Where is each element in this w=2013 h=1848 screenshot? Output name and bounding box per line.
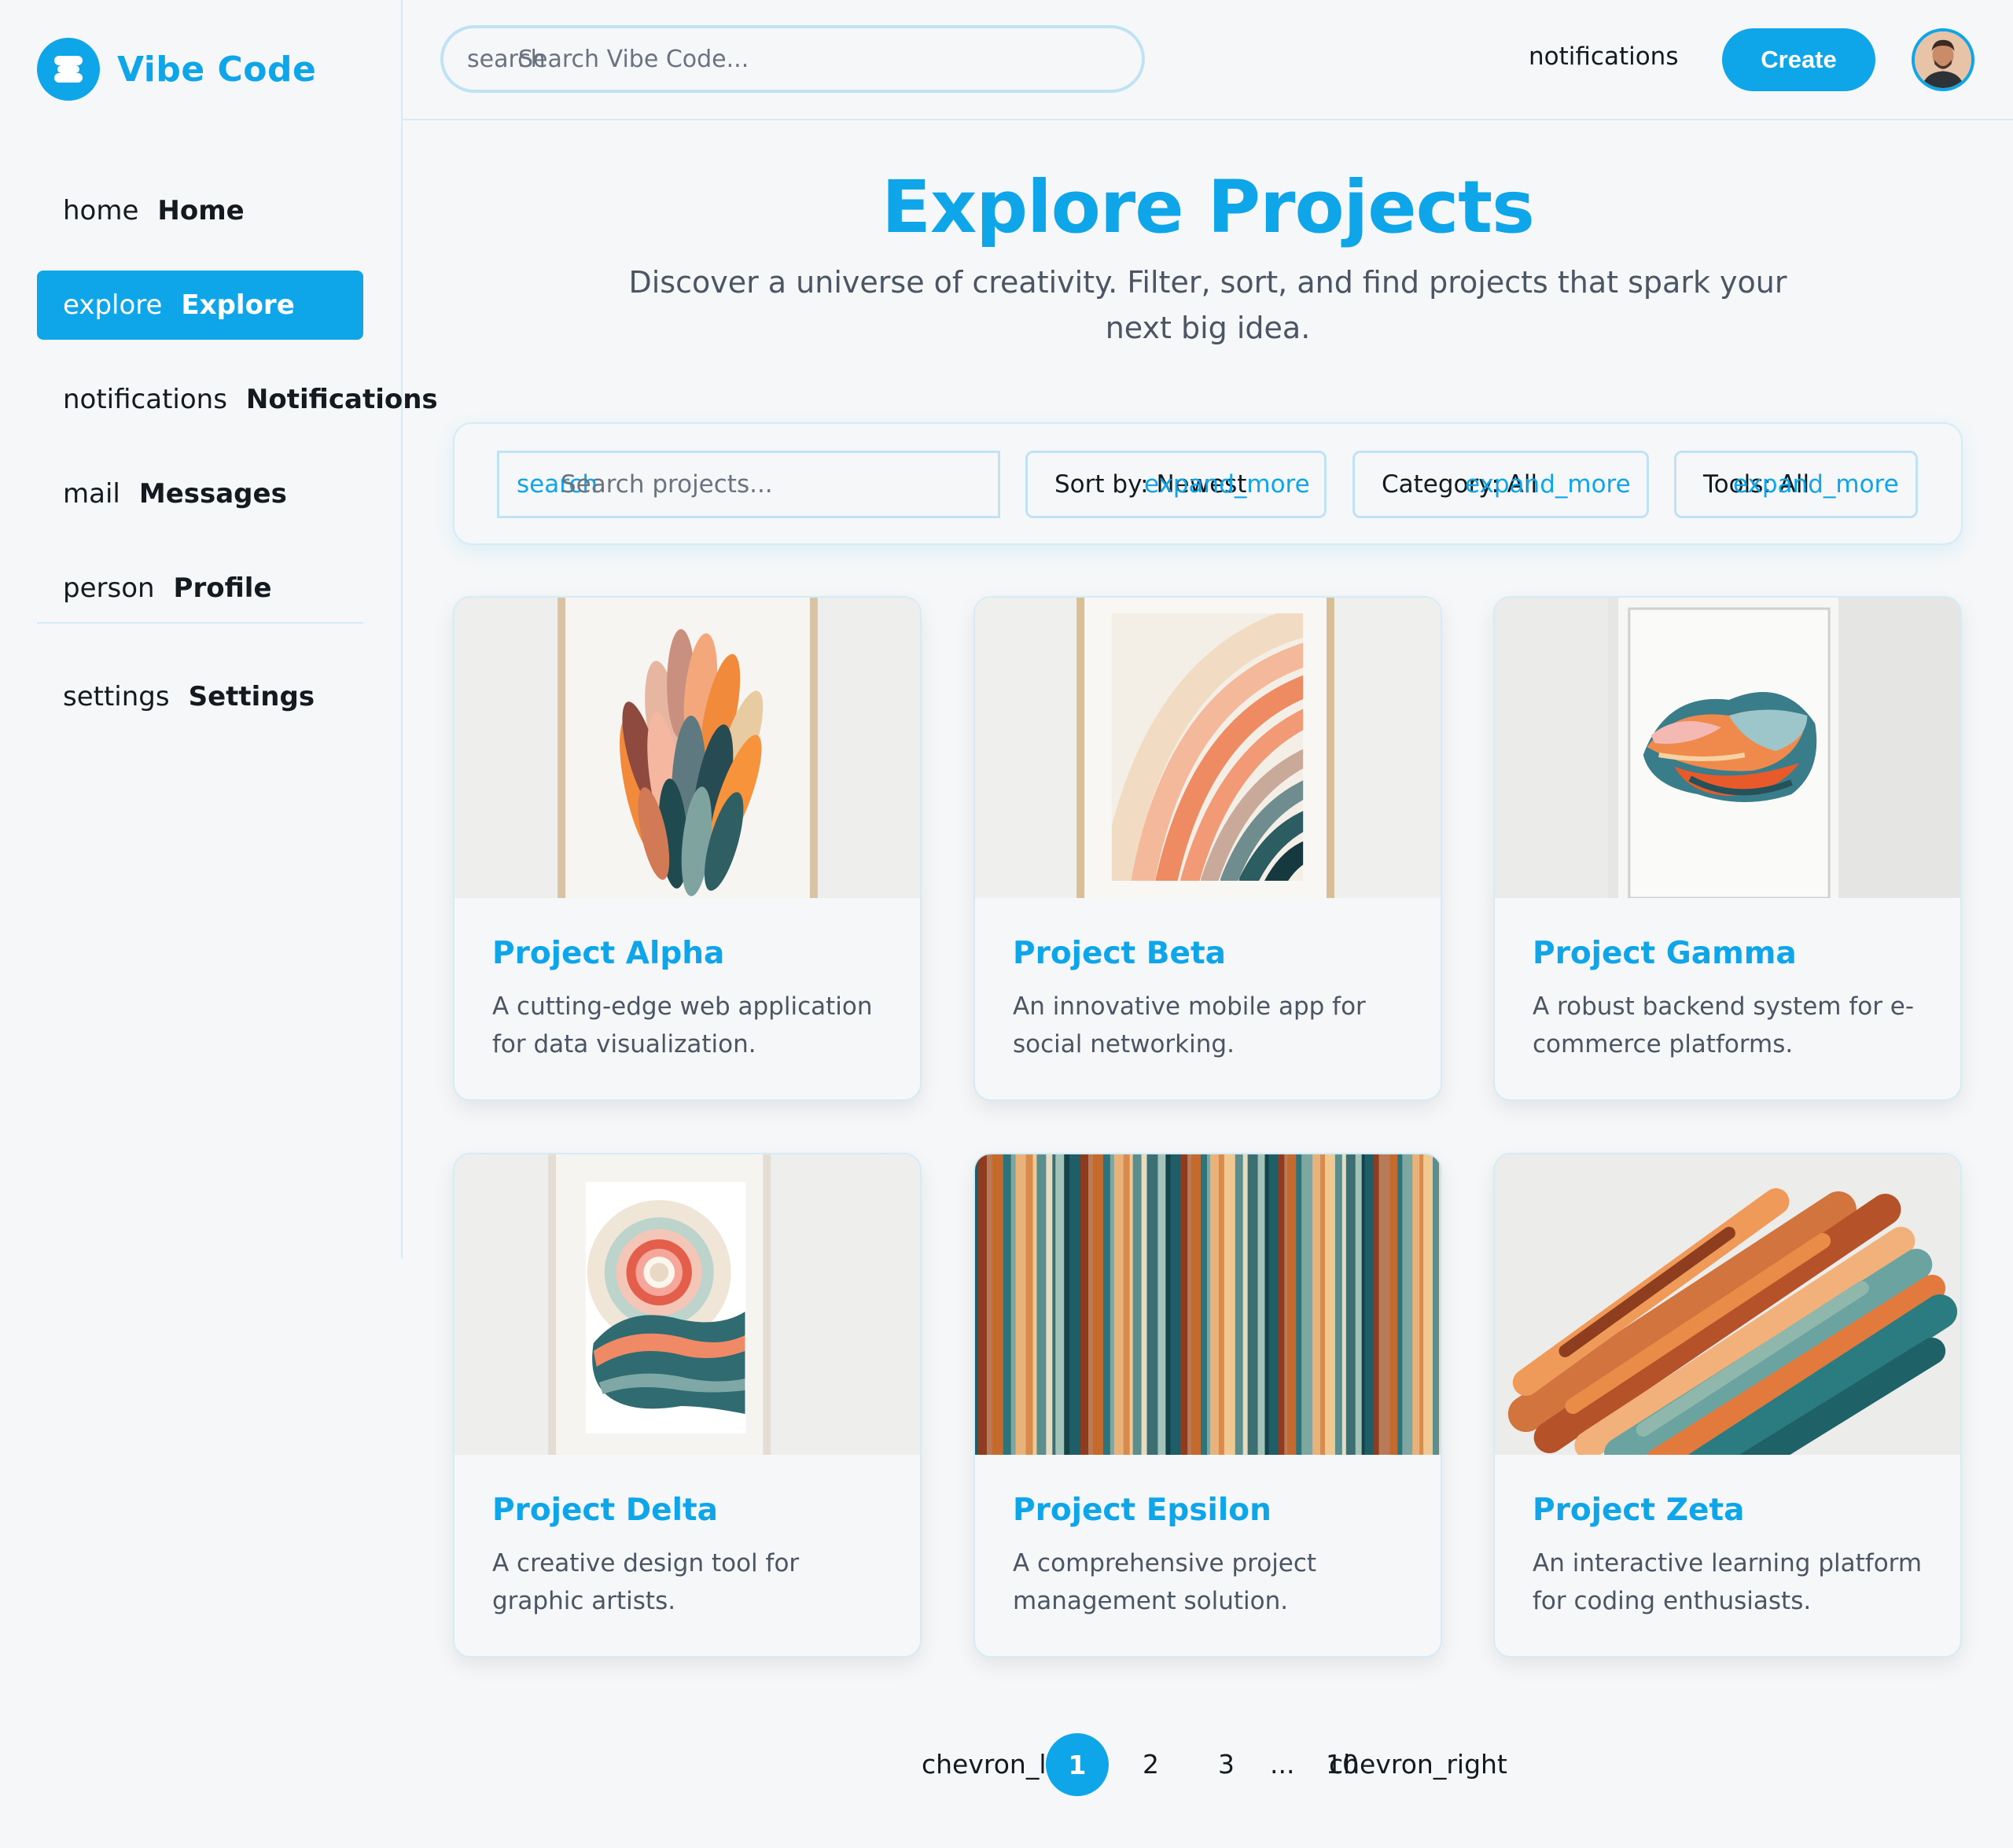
- settings-icon: settings: [63, 681, 170, 712]
- project-title[interactable]: Project Zeta: [1533, 1493, 1744, 1528]
- avatar[interactable]: [1912, 28, 1974, 91]
- page-title: Explore Projects: [881, 165, 1535, 249]
- expand-more-icon: expand_more: [1465, 470, 1631, 499]
- project-thumbnail: [454, 1154, 920, 1455]
- pagination-ellipsis: ...: [1270, 1749, 1295, 1780]
- project-thumbnail: [454, 598, 920, 898]
- pagination-page-current[interactable]: 1: [1046, 1733, 1109, 1796]
- sidebar-item-label: Settings: [188, 681, 315, 712]
- sidebar-item-label: Profile: [173, 572, 272, 604]
- project-card[interactable]: Project Alpha A cutting-edge web applica…: [453, 596, 922, 1101]
- sidebar-item-explore[interactable]: explore Explore: [37, 271, 363, 340]
- project-description: A cutting-edge web application for data …: [492, 992, 873, 1058]
- create-button[interactable]: Create: [1722, 28, 1875, 91]
- project-description: An innovative mobile app for social netw…: [1013, 992, 1366, 1058]
- sidebar-item-label: Explore: [181, 289, 295, 321]
- sidebar-divider: [37, 622, 363, 624]
- project-description: A comprehensive project management solut…: [1013, 1549, 1317, 1615]
- sidebar-item-home[interactable]: home Home: [37, 176, 363, 245]
- sidebar-item-profile[interactable]: person Profile: [37, 554, 363, 623]
- notifications-icon: notifications: [63, 384, 227, 415]
- project-title[interactable]: Project Gamma: [1533, 936, 1797, 971]
- tools-select[interactable]: Tools: All expand_more: [1674, 451, 1918, 518]
- sidebar-item-label: Messages: [138, 478, 287, 510]
- sidebar-item-messages[interactable]: mail Messages: [37, 459, 363, 528]
- category-select[interactable]: Category: All expand_more: [1352, 451, 1649, 518]
- project-card[interactable]: Project Delta A creative design tool for…: [453, 1153, 922, 1658]
- header-divider: [403, 119, 2013, 120]
- expand-more-icon: expand_more: [1733, 470, 1899, 499]
- project-thumbnail: [975, 598, 1441, 898]
- global-search-input[interactable]: search Search Vibe Code...: [440, 25, 1145, 93]
- home-icon: home: [63, 195, 139, 226]
- layers-icon: [37, 38, 100, 101]
- pagination-page[interactable]: 3: [1218, 1749, 1235, 1780]
- project-title[interactable]: Project Delta: [492, 1493, 718, 1528]
- notifications-button[interactable]: notifications: [1529, 42, 1678, 71]
- expand-more-icon: expand_more: [1144, 470, 1310, 499]
- sidebar: Vibe Code home Home explore Explore noti…: [0, 0, 438, 1258]
- project-card[interactable]: Project Gamma A robust backend system fo…: [1493, 596, 1962, 1101]
- page-subtitle: Discover a universe of creativity. Filte…: [628, 265, 1787, 345]
- project-title[interactable]: Project Beta: [1013, 936, 1226, 971]
- project-thumbnail: [1495, 598, 1960, 898]
- sidebar-item-label: Home: [157, 195, 245, 226]
- project-card[interactable]: Project Epsilon A comprehensive project …: [973, 1153, 1442, 1658]
- sidebar-item-notifications[interactable]: notifications Notifications: [37, 365, 438, 434]
- sidebar-item-settings[interactable]: settings Settings: [37, 662, 363, 731]
- project-description: A robust backend system for e-commerce p…: [1533, 992, 1915, 1058]
- project-card[interactable]: Project Beta An innovative mobile app fo…: [973, 596, 1442, 1101]
- sidebar-item-label: Notifications: [245, 384, 438, 415]
- sort-select[interactable]: Sort by: Newest expand_more: [1025, 451, 1327, 518]
- project-card[interactable]: Project Zeta An interactive learning pla…: [1493, 1153, 1962, 1658]
- project-title[interactable]: Project Alpha: [492, 936, 724, 971]
- project-search-input[interactable]: search Search projects...: [497, 451, 1000, 518]
- search-placeholder: Search Vibe Code...: [518, 46, 749, 73]
- project-description: An interactive learning platform for cod…: [1533, 1549, 1923, 1615]
- mail-icon: mail: [63, 478, 120, 510]
- search-placeholder: Search projects...: [561, 470, 773, 499]
- project-title[interactable]: Project Epsilon: [1013, 1493, 1271, 1528]
- project-thumbnail: [1495, 1154, 1960, 1455]
- pagination-next[interactable]: chevron_right: [1329, 1749, 1507, 1780]
- person-icon: person: [63, 572, 155, 604]
- brand-name: Vibe Code: [117, 49, 317, 90]
- brand[interactable]: Vibe Code: [37, 37, 316, 101]
- project-description: A creative design tool for graphic artis…: [492, 1549, 800, 1615]
- explore-icon: explore: [63, 289, 163, 321]
- project-thumbnail: [975, 1154, 1441, 1455]
- pagination-page[interactable]: 2: [1143, 1749, 1159, 1780]
